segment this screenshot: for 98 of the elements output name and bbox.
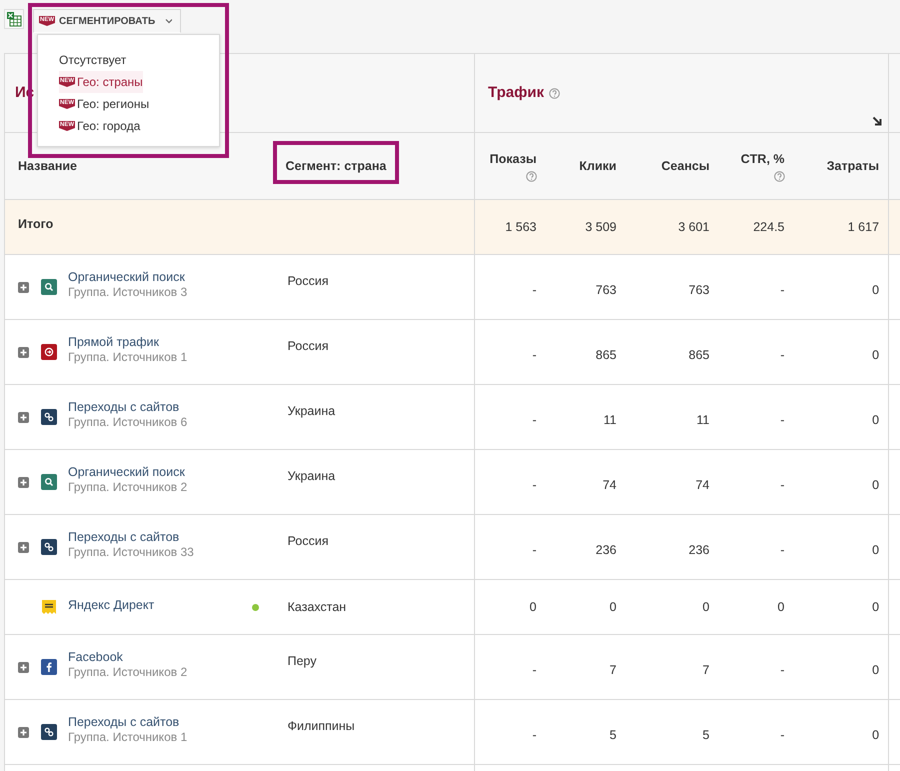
table-cell: Украина bbox=[288, 404, 336, 418]
table-cell: 0 bbox=[872, 728, 880, 742]
help-icon[interactable] bbox=[526, 170, 536, 182]
table-cell: Россия bbox=[288, 338, 328, 353]
table-cell: 0 bbox=[702, 600, 710, 614]
source-link[interactable]: Органический поиск bbox=[68, 465, 188, 480]
table-cell: 1 617 bbox=[848, 220, 880, 234]
column-header: Название bbox=[18, 158, 78, 175]
ticket-icon bbox=[41, 599, 57, 615]
search-icon bbox=[41, 474, 57, 490]
table-cell: 0 bbox=[872, 600, 880, 614]
help-icon[interactable] bbox=[774, 170, 784, 182]
table-cell: 3 509 bbox=[585, 220, 616, 234]
table-cell: - bbox=[780, 348, 784, 362]
table-cell: - bbox=[780, 728, 784, 742]
source-subtitle: Группа. Источников 3 bbox=[68, 285, 188, 300]
source-subtitle: Группа. Источников 6 bbox=[68, 415, 188, 430]
table-cell: Филиппины bbox=[288, 718, 355, 733]
table-cell: 865 bbox=[596, 348, 616, 362]
table-cell: Россия bbox=[288, 274, 328, 288]
table-cell: Перу bbox=[288, 654, 316, 668]
table-cell: - bbox=[780, 412, 784, 427]
table-cell: Россия bbox=[288, 534, 328, 548]
facebook-icon bbox=[41, 659, 57, 675]
link-icon bbox=[41, 724, 57, 740]
search-icon bbox=[41, 279, 57, 295]
source-subtitle: Группа. Источников 2 bbox=[68, 665, 188, 680]
table-cell: 1 563 bbox=[505, 220, 536, 234]
table-cell: 5 bbox=[702, 728, 710, 742]
source-subtitle: Группа. Источников 1 bbox=[68, 350, 188, 365]
link-icon bbox=[41, 539, 57, 555]
table-cell: 0 bbox=[872, 478, 880, 492]
table-cell: - bbox=[780, 478, 784, 492]
caret-icon bbox=[165, 18, 172, 24]
source-link[interactable]: Facebook bbox=[68, 650, 188, 665]
expand-plus-icon[interactable] bbox=[18, 346, 29, 358]
link-icon bbox=[41, 409, 57, 425]
table-cell: - bbox=[532, 478, 536, 492]
expand-plus-icon[interactable] bbox=[18, 282, 29, 292]
table-cell: - bbox=[532, 348, 536, 362]
table-cell: 74 bbox=[602, 478, 616, 492]
column-header: Сеансы bbox=[661, 158, 710, 175]
source-link[interactable]: Переходы с сайтов bbox=[68, 530, 194, 545]
table-cell: - bbox=[532, 412, 536, 427]
table-cell: Украина bbox=[288, 468, 336, 483]
expand-plus-icon[interactable] bbox=[18, 412, 29, 422]
table-cell: 224.5 bbox=[753, 220, 784, 234]
column-header: Сегмент: страна bbox=[286, 158, 386, 175]
column-header: Показы bbox=[490, 151, 536, 168]
column-header: Клики bbox=[579, 158, 616, 175]
expand-plus-icon[interactable] bbox=[18, 476, 29, 488]
help-icon[interactable] bbox=[548, 88, 560, 98]
table-cell: - bbox=[780, 282, 784, 297]
table-cell: 236 bbox=[688, 542, 710, 557]
source-subtitle: Группа. Источников 1 bbox=[68, 730, 188, 745]
table-cell: - bbox=[532, 728, 536, 742]
source-link[interactable]: Переходы с сайтов bbox=[68, 400, 188, 415]
expand-plus-icon[interactable] bbox=[18, 662, 29, 672]
table-cell: 763 bbox=[596, 282, 616, 297]
table-cell: 7 bbox=[610, 662, 616, 677]
table-cell: 0 bbox=[610, 600, 616, 614]
table-cell: 11 bbox=[604, 412, 616, 427]
table-cell: 865 bbox=[688, 348, 710, 362]
expand-plus-icon[interactable] bbox=[18, 726, 29, 738]
table-cell: - bbox=[532, 542, 536, 557]
source-subtitle: Группа. Источников 33 bbox=[68, 545, 194, 560]
source-link[interactable]: Яндекс Директ bbox=[68, 598, 154, 612]
table-cell: 763 bbox=[688, 282, 710, 297]
excel-export-icon[interactable] bbox=[4, 9, 24, 29]
table-cell: Казахстан bbox=[288, 600, 346, 614]
table-cell: 0 bbox=[530, 600, 536, 614]
column-header: Затраты bbox=[826, 158, 880, 175]
table-cell: 7 bbox=[702, 662, 710, 677]
table-cell: 11 bbox=[696, 412, 710, 427]
table-cell: 0 bbox=[872, 662, 880, 677]
table-cell: 0 bbox=[872, 412, 880, 427]
table-cell: - bbox=[780, 662, 784, 677]
source-subtitle: Группа. Источников 2 bbox=[68, 480, 188, 495]
expand-icon[interactable] bbox=[872, 116, 882, 126]
column-header: CTR, % bbox=[740, 151, 784, 168]
expand-plus-icon[interactable] bbox=[18, 542, 29, 552]
total-label: Итого bbox=[18, 216, 54, 231]
table-cell: 0 bbox=[778, 600, 784, 614]
group-heading: Трафик bbox=[488, 82, 544, 103]
table-cell: - bbox=[780, 542, 784, 557]
table-cell: - bbox=[532, 662, 536, 677]
table-cell: 0 bbox=[872, 282, 880, 297]
table-cell: 5 bbox=[610, 728, 616, 742]
source-link[interactable]: Переходы с сайтов bbox=[68, 715, 188, 730]
source-link[interactable]: Прямой трафик bbox=[68, 335, 188, 350]
table-cell: 74 bbox=[696, 478, 710, 492]
table-cell: 0 bbox=[872, 542, 880, 557]
table-cell: 236 bbox=[596, 542, 616, 557]
menu-item[interactable]: Отсутствует bbox=[59, 49, 126, 71]
table-cell: 3 601 bbox=[678, 220, 710, 234]
table-cell: 0 bbox=[872, 348, 880, 362]
source-link[interactable]: Органический поиск bbox=[68, 270, 188, 285]
table-cell: - bbox=[532, 282, 536, 297]
